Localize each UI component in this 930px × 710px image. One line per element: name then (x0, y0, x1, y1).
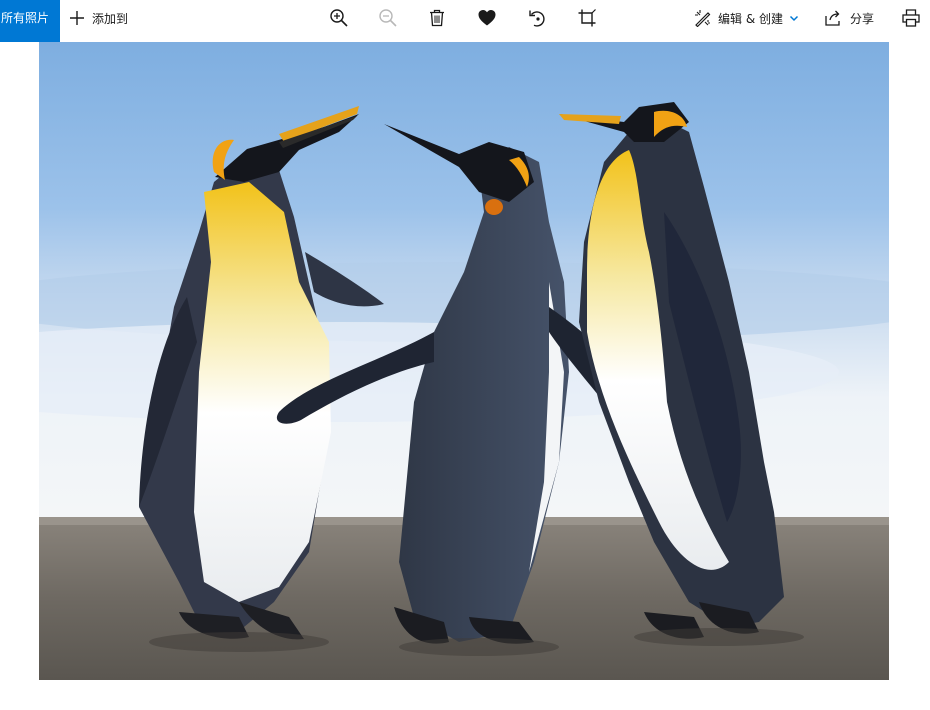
zoom-in-button[interactable] (326, 5, 352, 31)
photo-viewer[interactable] (39, 42, 889, 680)
print-button[interactable] (898, 5, 924, 31)
penguins-photo (39, 42, 889, 680)
zoom-in-icon (330, 9, 348, 27)
favorite-button[interactable] (474, 5, 500, 31)
share-button[interactable]: 分享 (824, 6, 874, 30)
rotate-icon (529, 10, 545, 27)
chevron-down-icon (789, 15, 799, 22)
edit-create-label: 编辑 & 创建 (718, 11, 783, 26)
zoom-out-button[interactable] (375, 5, 401, 31)
share-icon (825, 10, 840, 26)
edit-create-button[interactable]: 编辑 & 创建 (694, 6, 799, 30)
toolbar: 所有照片 添加到 编辑 & 创建 分享 (0, 0, 930, 42)
all-photos-button[interactable]: 所有照片 (0, 0, 60, 42)
print-icon (902, 9, 920, 27)
add-to-button[interactable]: 添加到 (68, 6, 128, 30)
delete-button[interactable] (424, 5, 450, 31)
heart-icon (478, 10, 496, 26)
add-to-label: 添加到 (92, 11, 129, 26)
trash-icon (430, 9, 444, 27)
crop-icon (578, 9, 596, 27)
edit-create-icon (695, 10, 711, 27)
rotate-button[interactable] (524, 5, 550, 31)
share-label: 分享 (850, 11, 875, 26)
plus-icon (70, 11, 84, 25)
zoom-out-icon (379, 9, 397, 27)
crop-button[interactable] (574, 5, 600, 31)
